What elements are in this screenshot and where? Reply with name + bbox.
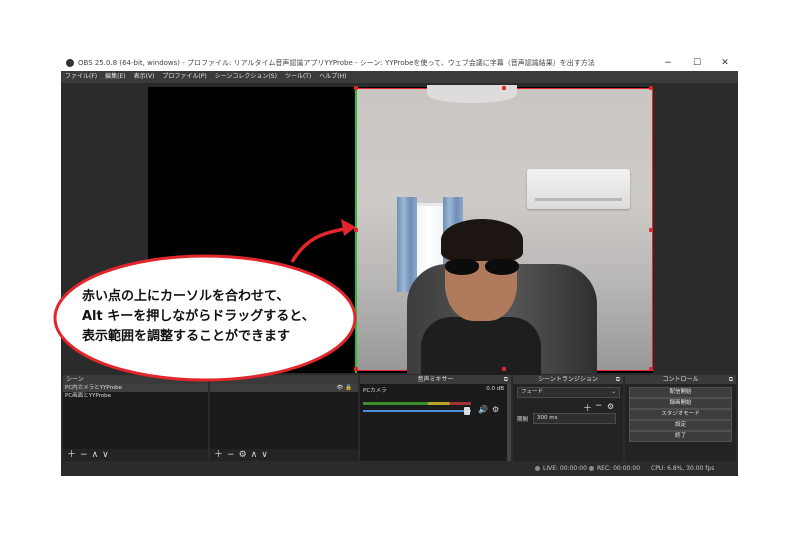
start-streaming-button[interactable]: 配信開始: [629, 387, 732, 398]
transitions-title: シーントランジション: [538, 376, 598, 383]
minus-icon[interactable]: −: [80, 450, 88, 460]
chevron-down-icon[interactable]: ∨: [261, 450, 268, 460]
minus-icon[interactable]: −: [595, 401, 603, 411]
controls-title: コントロール: [662, 376, 699, 383]
duration-input[interactable]: 300 ms: [533, 413, 616, 424]
scenes-dock: シーン PC内カメラとYYProbe PC画面とYYProbe ＋ − ∧ ∨: [63, 375, 208, 461]
chevron-down-icon: ⌄: [611, 389, 616, 395]
scenes-title: シーン: [66, 376, 84, 383]
live-icon: [535, 466, 540, 471]
chevron-up-icon[interactable]: ∧: [251, 450, 258, 460]
lock-icon[interactable]: 🔒: [345, 385, 352, 391]
volume-fader[interactable]: [363, 410, 471, 412]
speaker-icon[interactable]: 🔊: [478, 405, 488, 414]
callout-line-2: Alt キーを押しながらドラッグすると、: [82, 309, 315, 324]
controls-dock: コントロール ⧉ 配信開始 録画開始 スタジオモード 設定 終了: [625, 375, 736, 461]
scene-item[interactable]: PC内カメラとYYProbe: [63, 384, 208, 392]
camera-source-bounding-box[interactable]: [356, 85, 653, 375]
resize-handle-top[interactable]: [502, 86, 506, 90]
transition-select[interactable]: フェード ⌄: [517, 387, 620, 398]
title-bar: OBS 25.0.8 (64-bit, windows) - プロファイル: リ…: [61, 55, 738, 72]
status-bar: LIVE: 00:00:00 REC: 00:00:00 CPU: 6.8%, …: [61, 461, 738, 476]
close-button[interactable]: ✕: [713, 55, 737, 71]
menu-scene-collection[interactable]: シーンコレクション(S): [211, 71, 281, 83]
duration-label: 期間: [517, 417, 529, 423]
callout-text: 赤い点の上にカーソルを合わせて、 Alt キーを押しながらドラッグすると、 表示…: [82, 287, 352, 347]
sunglasses: [443, 259, 521, 277]
callout-line-3: 表示範囲を調整することができます: [82, 329, 291, 344]
gear-icon[interactable]: ⚙: [239, 450, 247, 460]
rec-status: REC: 00:00:00: [589, 461, 640, 476]
resize-handle-bottom-left[interactable]: [354, 367, 358, 371]
person-shirt: [421, 317, 541, 375]
float-icon[interactable]: ⧉: [202, 375, 206, 384]
mixer-channel-name: PCカメラ: [363, 388, 387, 394]
audio-mixer-dock: 音声ミキサー ⧉ PCカメラ 0.0 dB 🔊 ⚙: [360, 375, 511, 461]
chevron-down-icon[interactable]: ∨: [102, 450, 109, 460]
float-icon[interactable]: ⧉: [616, 375, 620, 384]
person-hair: [441, 219, 523, 261]
minimize-button[interactable]: −: [656, 55, 680, 71]
gear-icon[interactable]: ⚙: [492, 405, 499, 414]
window-title: OBS 25.0.8 (64-bit, windows) - プロファイル: リ…: [78, 59, 595, 67]
studio-mode-button[interactable]: スタジオモード: [629, 409, 732, 420]
scene-transitions-dock: シーントランジション ⧉ フェード ⌄ ＋ − ⚙ 期間 300 ms: [513, 375, 623, 461]
maximize-button[interactable]: ☐: [685, 55, 709, 71]
resize-handle-top-left[interactable]: [354, 86, 358, 90]
curtain-left: [397, 197, 417, 292]
menu-profile[interactable]: プロファイル(P): [158, 71, 210, 83]
sources-dock: ⧉ 👁 🔒 ＋ − ⚙ ∧ ∨: [202, 375, 358, 461]
obs-window: OBS 25.0.8 (64-bit, windows) - プロファイル: リ…: [61, 55, 738, 476]
callout-line-1: 赤い点の上にカーソルを合わせて、: [82, 289, 290, 304]
menu-file[interactable]: ファイル(F): [61, 71, 101, 83]
mixer-level: 0.0 dB: [486, 386, 504, 392]
float-icon[interactable]: ⧉: [729, 375, 733, 384]
chevron-up-icon[interactable]: ∧: [92, 450, 99, 460]
resize-handle-bottom[interactable]: [502, 367, 506, 371]
resize-handle-top-right[interactable]: [649, 86, 653, 90]
volume-fader-handle[interactable]: [464, 407, 470, 415]
resize-handle-bottom-right[interactable]: [649, 367, 653, 371]
air-conditioner: [527, 169, 630, 209]
exit-button[interactable]: 終了: [629, 431, 732, 442]
float-icon[interactable]: ⧉: [504, 375, 508, 384]
obs-logo-icon: [66, 59, 74, 67]
plus-icon[interactable]: ＋: [67, 450, 76, 460]
menu-help[interactable]: ヘルプ(H): [315, 71, 350, 83]
minus-icon[interactable]: −: [227, 450, 235, 460]
menu-view[interactable]: 表示(V): [130, 71, 159, 83]
mixer-scrollbar[interactable]: [507, 384, 511, 461]
menu-edit[interactable]: 編集(E): [101, 71, 129, 83]
dock-panels: シーン PC内カメラとYYProbe PC画面とYYProbe ＋ − ∧ ∨ ⧉ 👁…: [61, 375, 738, 461]
rec-icon: [589, 466, 594, 471]
resize-handle-left[interactable]: [354, 228, 358, 232]
resize-handle-right[interactable]: [649, 228, 653, 232]
plus-icon[interactable]: ＋: [214, 450, 223, 460]
eye-icon[interactable]: 👁: [336, 385, 343, 391]
settings-button[interactable]: 設定: [629, 420, 732, 431]
mixer-title: 音声ミキサー: [417, 376, 454, 383]
gear-icon[interactable]: ⚙: [607, 402, 614, 411]
volume-meter: [363, 402, 471, 405]
scene-item[interactable]: PC画面とYYProbe: [63, 392, 208, 400]
start-recording-button[interactable]: 録画開始: [629, 398, 732, 409]
menu-bar: ファイル(F) 編集(E) 表示(V) プロファイル(P) シーンコレクション(S) ツー…: [61, 71, 738, 83]
cpu-status: CPU: 6.8%, 30.00 fps: [651, 465, 715, 472]
live-status: LIVE: 00:00:00: [535, 461, 587, 476]
menu-tools[interactable]: ツール(T): [281, 71, 315, 83]
